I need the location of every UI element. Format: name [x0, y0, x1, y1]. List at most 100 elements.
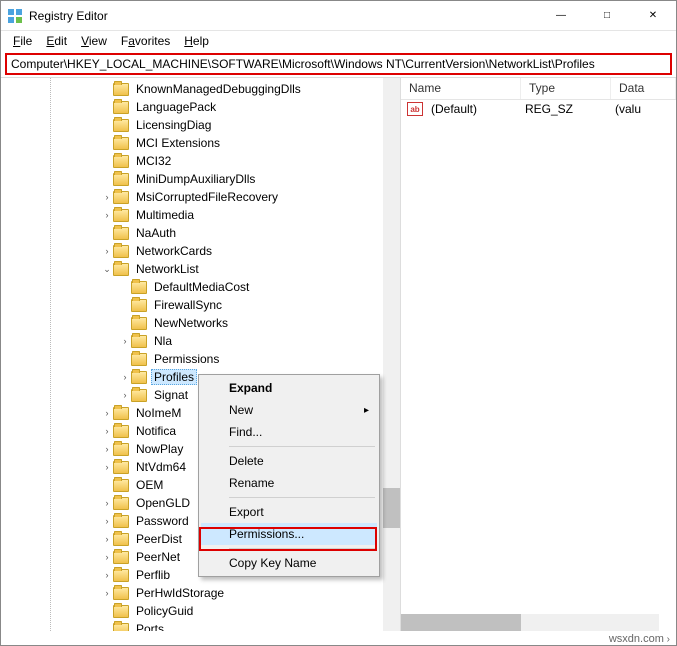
collapse-icon[interactable]: ⌄: [101, 263, 113, 275]
tree-item-label: NowPlay: [133, 441, 186, 457]
ctx-expand[interactable]: Expand: [201, 377, 377, 399]
value-data: (valu: [611, 102, 645, 116]
ctx-delete[interactable]: Delete: [201, 450, 377, 472]
window-title: Registry Editor: [29, 9, 538, 23]
col-type[interactable]: Type: [521, 78, 611, 99]
expand-icon[interactable]: ›: [101, 515, 113, 527]
folder-icon: [113, 155, 129, 168]
expand-icon[interactable]: ›: [101, 443, 113, 455]
close-button[interactable]: ✕: [630, 1, 676, 31]
ctx-permissions[interactable]: Permissions...: [201, 523, 377, 545]
tree-vscroll-thumb[interactable]: [383, 488, 400, 528]
expand-icon[interactable]: ›: [119, 371, 131, 383]
tree-item-label: OEM: [133, 477, 166, 493]
folder-icon: [113, 227, 129, 240]
tree-item-label: MsiCorruptedFileRecovery: [133, 189, 281, 205]
tree-item-label: NtVdm64: [133, 459, 189, 475]
col-name[interactable]: Name: [401, 78, 521, 99]
expand-icon[interactable]: ›: [101, 569, 113, 581]
tree-item-label: Perflib: [133, 567, 173, 583]
tree-item[interactable]: NewNetworks: [1, 314, 400, 332]
ctx-copy-key-name[interactable]: Copy Key Name: [201, 552, 377, 574]
tree-item[interactable]: MCI Extensions: [1, 134, 400, 152]
tree-item[interactable]: ›Multimedia: [1, 206, 400, 224]
menu-file[interactable]: File: [7, 32, 38, 50]
menu-help[interactable]: Help: [178, 32, 215, 50]
expand-icon[interactable]: ›: [101, 587, 113, 599]
tree-item-label: NoImeM: [133, 405, 184, 421]
app-icon: [7, 8, 23, 24]
folder-icon: [113, 191, 129, 204]
ctx-sep-2: [229, 497, 375, 498]
tree-item[interactable]: DefaultMediaCost: [1, 278, 400, 296]
folder-icon: [113, 605, 129, 618]
folder-icon: [113, 407, 129, 420]
ctx-find[interactable]: Find...: [201, 421, 377, 443]
folder-icon: [113, 137, 129, 150]
tree-item[interactable]: ›PerHwIdStorage: [1, 584, 400, 602]
tree-item-label: Permissions: [151, 351, 222, 367]
tree-item-label: NetworkCards: [133, 243, 215, 259]
tree-item-label: DefaultMediaCost: [151, 279, 252, 295]
tree-item[interactable]: ›Nla: [1, 332, 400, 350]
tree-item[interactable]: KnownManagedDebuggingDlls: [1, 80, 400, 98]
expand-icon[interactable]: ›: [101, 191, 113, 203]
tree-item[interactable]: Permissions: [1, 350, 400, 368]
tree-item-label: MCI Extensions: [133, 135, 223, 151]
folder-icon: [131, 389, 147, 402]
folder-icon: [131, 317, 147, 330]
expand-icon[interactable]: ›: [119, 389, 131, 401]
tree-item-label: PolicyGuid: [133, 603, 196, 619]
tree-item[interactable]: ⌄NetworkList: [1, 260, 400, 278]
folder-icon: [113, 173, 129, 186]
address-bar[interactable]: Computer\HKEY_LOCAL_MACHINE\SOFTWARE\Mic…: [5, 53, 672, 75]
expand-icon[interactable]: ›: [101, 209, 113, 221]
ctx-export[interactable]: Export: [201, 501, 377, 523]
expand-icon[interactable]: ›: [101, 461, 113, 473]
tree-item[interactable]: PolicyGuid: [1, 602, 400, 620]
expand-icon[interactable]: ›: [101, 407, 113, 419]
col-data[interactable]: Data: [611, 78, 676, 99]
menu-edit[interactable]: Edit: [40, 32, 73, 50]
ctx-sep-1: [229, 446, 375, 447]
tree-item[interactable]: LicensingDiag: [1, 116, 400, 134]
tree-item[interactable]: LanguagePack: [1, 98, 400, 116]
tree-item[interactable]: MiniDumpAuxiliaryDlls: [1, 170, 400, 188]
folder-icon: [113, 569, 129, 582]
expand-icon[interactable]: ›: [101, 551, 113, 563]
list-pane[interactable]: Name Type Data ab (Default) REG_SZ (valu: [401, 78, 676, 631]
list-row[interactable]: ab (Default) REG_SZ (valu: [401, 100, 676, 118]
maximize-button[interactable]: □: [584, 1, 630, 31]
minimize-button[interactable]: —: [538, 1, 584, 31]
expand-icon[interactable]: ›: [101, 533, 113, 545]
tree-item[interactable]: › MsiCorruptedFileRecovery: [1, 188, 400, 206]
folder-icon: [113, 461, 129, 474]
tree-item-label: OpenGLD: [133, 495, 193, 511]
folder-icon: [113, 497, 129, 510]
tree-item-label: Notifica: [133, 423, 179, 439]
tree-item[interactable]: NaAuth: [1, 224, 400, 242]
tree-item[interactable]: FirewallSync: [1, 296, 400, 314]
folder-icon: [113, 101, 129, 114]
tree-item-label: PeerDist: [133, 531, 185, 547]
tree-item[interactable]: › NetworkCards: [1, 242, 400, 260]
tree-item-label: LanguagePack: [133, 99, 219, 115]
tree-item-label: PeerNet: [133, 549, 183, 565]
tree-item-label: Password: [133, 513, 192, 529]
window-buttons: — □ ✕: [538, 1, 676, 31]
menu-view[interactable]: View: [75, 32, 113, 50]
expand-icon[interactable]: ›: [101, 245, 113, 257]
tree-item-label: NaAuth: [133, 225, 179, 241]
menu-favorites[interactable]: Favorites: [115, 32, 176, 50]
expand-icon[interactable]: ›: [119, 335, 131, 347]
tree-item[interactable]: Ports: [1, 620, 400, 631]
list-hscroll[interactable]: [401, 614, 659, 631]
tree-vscroll[interactable]: [383, 78, 400, 631]
tree-item-label: MCI32: [133, 153, 174, 169]
expand-icon[interactable]: ›: [101, 497, 113, 509]
expand-icon[interactable]: ›: [101, 425, 113, 437]
ctx-rename[interactable]: Rename: [201, 472, 377, 494]
tree-item[interactable]: MCI32: [1, 152, 400, 170]
ctx-new[interactable]: New: [201, 399, 377, 421]
list-hscroll-thumb[interactable]: [401, 614, 521, 631]
